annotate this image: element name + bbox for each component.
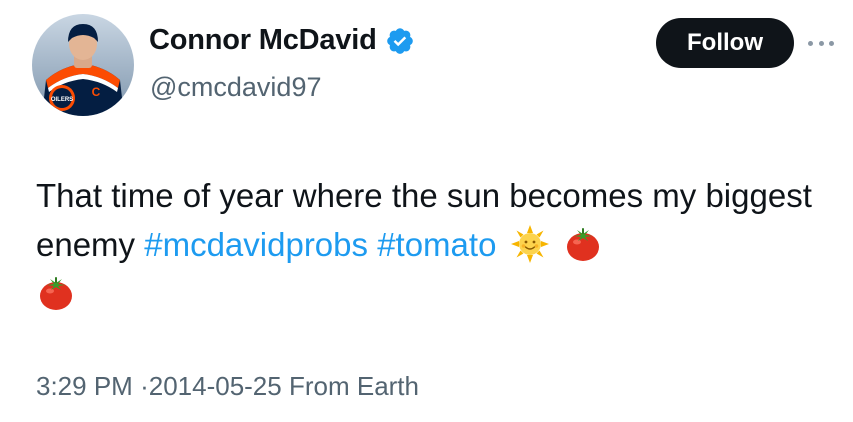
tweet-card: OILERS C Connor McDavid @cmcdavid97 Foll… (0, 0, 853, 422)
hashtag-tomato[interactable]: #tomato (377, 226, 496, 263)
avatar-jersey-letter: C (92, 85, 101, 99)
tweet-date[interactable]: 2014-05-25 (149, 371, 282, 401)
meta-separator: · (140, 371, 149, 401)
avatar[interactable]: OILERS C (32, 14, 134, 116)
tweet-time[interactable]: 3:29 PM (36, 371, 133, 401)
tomato-icon (563, 224, 603, 264)
more-dot (808, 40, 813, 46)
hashtag-mcdavidprobs[interactable]: #mcdavidprobs (144, 226, 368, 263)
more-horizontal-icon[interactable] (808, 30, 834, 56)
avatar-image: OILERS C (32, 14, 134, 116)
more-dot (829, 40, 834, 46)
tomato-icon (36, 273, 76, 313)
follow-button[interactable]: Follow (656, 18, 794, 68)
sun-with-face-icon (510, 224, 550, 264)
avatar-logo-text: OILERS (51, 97, 73, 103)
tweet-text: That time of year where the sun becomes … (36, 171, 826, 318)
tweet-source: From Earth (288, 371, 419, 401)
author-name-row: Connor McDavid (149, 24, 415, 57)
author-handle[interactable]: @cmcdavid97 (150, 72, 321, 103)
verified-badge-icon (386, 27, 413, 54)
author-display-name[interactable]: Connor McDavid (149, 24, 377, 57)
tweet-meta: 3:29 PM ·2014-05-25 From Earth (36, 371, 419, 402)
more-dot (818, 40, 824, 46)
